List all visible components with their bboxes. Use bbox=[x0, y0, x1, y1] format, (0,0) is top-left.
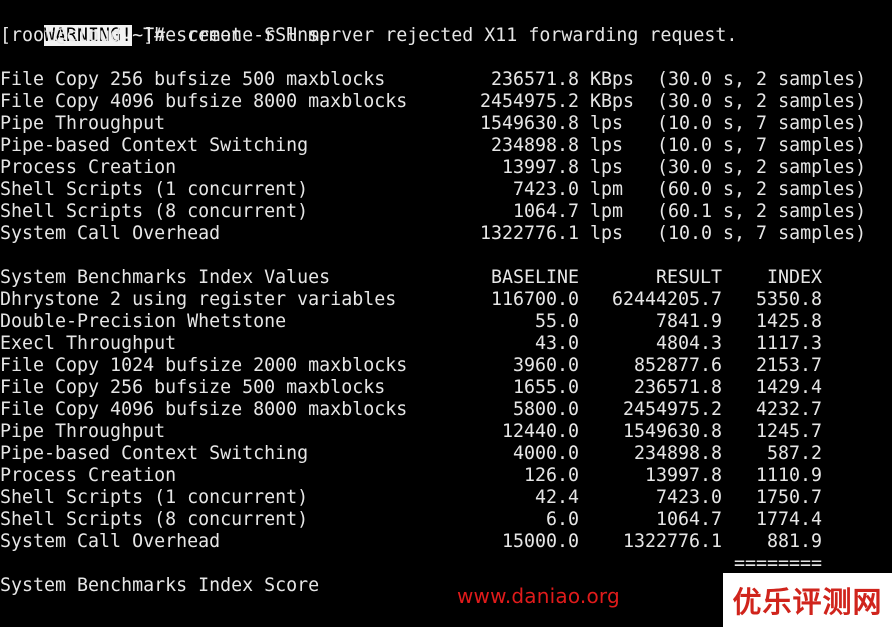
separator-row: ======== bbox=[0, 553, 822, 575]
site-logo-text: 优乐评测网 bbox=[732, 585, 883, 619]
index-row-baseline: 3960.0 bbox=[512, 355, 579, 376]
site-watermark: www.daniao.org bbox=[457, 584, 620, 608]
index-row-result: 13997.8 bbox=[644, 465, 722, 486]
index-row-name: System Call Overhead bbox=[0, 531, 221, 552]
index-row-name: File Copy 256 bufsize 500 maxblocks bbox=[0, 377, 386, 398]
raw-result-unit: KBps bbox=[590, 91, 635, 112]
index-row-baseline: 43.0 bbox=[534, 333, 579, 354]
index-row-baseline: 12440.0 bbox=[501, 421, 579, 442]
index-table-title: System Benchmarks Index Values bbox=[0, 267, 331, 288]
raw-result-value: 236571.8 bbox=[490, 69, 579, 90]
raw-result-unit: lps bbox=[590, 135, 624, 156]
index-row-name: Shell Scripts (8 concurrent) bbox=[0, 509, 309, 530]
index-row-baseline: 116700.0 bbox=[490, 289, 579, 310]
raw-result-unit: lps bbox=[590, 223, 624, 244]
index-row-result: 236571.8 bbox=[633, 377, 722, 398]
index-row-index: 1429.4 bbox=[755, 377, 822, 398]
index-row-baseline: 42.4 bbox=[534, 487, 579, 508]
index-row-name: Process Creation bbox=[0, 465, 177, 486]
raw-result-detail: (60.1 s, 2 samples) bbox=[657, 201, 867, 222]
index-row-result: 7423.0 bbox=[655, 487, 722, 508]
index-row-index: 1110.9 bbox=[755, 465, 822, 486]
index-row-index: 5350.8 bbox=[755, 289, 822, 310]
raw-result-value: 234898.8 bbox=[490, 135, 579, 156]
raw-result-unit: lpm bbox=[590, 201, 624, 222]
index-row-result: 1322776.1 bbox=[622, 531, 722, 552]
raw-result-detail: (10.0 s, 7 samples) bbox=[657, 113, 867, 134]
raw-result-name: Shell Scripts (8 concurrent) bbox=[0, 201, 309, 222]
raw-result-unit: lps bbox=[590, 113, 624, 134]
score-separator: ======== bbox=[733, 553, 822, 574]
index-row-baseline: 4000.0 bbox=[512, 443, 579, 464]
index-row-index: 1117.3 bbox=[755, 333, 822, 354]
raw-result-detail: (60.0 s, 2 samples) bbox=[657, 179, 867, 200]
column-header-result: RESULT bbox=[655, 267, 722, 288]
raw-result-value: 1322776.1 bbox=[479, 223, 579, 244]
index-row-name: File Copy 1024 bufsize 2000 maxblocks bbox=[0, 355, 408, 376]
index-row-index: 587.2 bbox=[766, 443, 822, 464]
index-row-result: 1064.7 bbox=[655, 509, 722, 530]
index-row-baseline: 55.0 bbox=[534, 311, 579, 332]
column-header-index: INDEX bbox=[766, 267, 822, 288]
raw-result-name: Pipe-based Context Switching bbox=[0, 135, 309, 156]
index-row-index: 1750.7 bbox=[755, 487, 822, 508]
raw-result-name: Pipe Throughput bbox=[0, 113, 166, 134]
raw-result-detail: (30.0 s, 2 samples) bbox=[657, 91, 867, 112]
index-row-index: 4232.7 bbox=[755, 399, 822, 420]
index-row-index: 881.9 bbox=[766, 531, 822, 552]
index-row-name: Pipe-based Context Switching bbox=[0, 443, 309, 464]
index-header-row: System Benchmarks Index Values BASELINE … bbox=[0, 267, 822, 289]
index-row-index: 1774.4 bbox=[755, 509, 822, 530]
index-row-result: 234898.8 bbox=[633, 443, 722, 464]
index-row-index: 1425.8 bbox=[755, 311, 822, 332]
index-row-name: Double-Precision Whetstone bbox=[0, 311, 287, 332]
warning-line: WARNING! The remote SSH server rejected … bbox=[0, 3, 737, 46]
index-row-baseline: 6.0 bbox=[545, 509, 579, 530]
index-row-result: 1549630.8 bbox=[622, 421, 722, 442]
raw-result-name: File Copy 4096 bufsize 8000 maxblocks bbox=[0, 91, 408, 112]
index-row-result: 62444205.7 bbox=[611, 289, 722, 310]
index-row-name: File Copy 4096 bufsize 8000 maxblocks bbox=[0, 399, 408, 420]
index-row-index: 2153.7 bbox=[755, 355, 822, 376]
raw-result-name: Process Creation bbox=[0, 157, 177, 178]
index-row-result: 4804.3 bbox=[655, 333, 722, 354]
index-row-index: 1245.7 bbox=[755, 421, 822, 442]
index-row-name: Pipe Throughput bbox=[0, 421, 166, 442]
raw-result-value: 1549630.8 bbox=[479, 113, 579, 134]
raw-result-name: System Call Overhead bbox=[0, 223, 221, 244]
raw-result-detail: (10.0 s, 7 samples) bbox=[657, 223, 867, 244]
index-row-baseline: 1655.0 bbox=[512, 377, 579, 398]
raw-result-unit: KBps bbox=[590, 69, 635, 90]
index-row-name: Shell Scripts (1 concurrent) bbox=[0, 487, 309, 508]
index-row-baseline: 15000.0 bbox=[501, 531, 579, 552]
raw-result-detail: (30.0 s, 2 samples) bbox=[657, 157, 867, 178]
site-logo: 优乐评测网 bbox=[723, 573, 892, 627]
index-score-label: System Benchmarks Index Score bbox=[0, 575, 320, 596]
raw-result-value: 1064.7 bbox=[512, 201, 579, 222]
shell-prompt: [root@cloud ~]# screen -r lnmp bbox=[0, 25, 331, 46]
raw-result-value: 13997.8 bbox=[501, 157, 579, 178]
index-row-name: Execl Throughput bbox=[0, 333, 177, 354]
raw-result-name: File Copy 256 bufsize 500 maxblocks bbox=[0, 69, 386, 90]
terminal-window[interactable]: WARNING! The remote SSH server rejected … bbox=[0, 0, 892, 627]
raw-result-value: 2454975.2 bbox=[479, 91, 579, 112]
column-header-baseline: BASELINE bbox=[490, 267, 579, 288]
index-row-result: 2454975.2 bbox=[622, 399, 722, 420]
raw-result-detail: (30.0 s, 2 samples) bbox=[657, 69, 867, 90]
raw-result-detail: (10.0 s, 7 samples) bbox=[657, 135, 867, 156]
raw-result-name: Shell Scripts (1 concurrent) bbox=[0, 179, 309, 200]
index-row-result: 852877.6 bbox=[633, 355, 722, 376]
index-row-name: Dhrystone 2 using register variables bbox=[0, 289, 397, 310]
raw-result-unit: lpm bbox=[590, 179, 624, 200]
index-row-result: 7841.9 bbox=[655, 311, 722, 332]
raw-result-value: 7423.0 bbox=[512, 179, 579, 200]
index-row-baseline: 5800.0 bbox=[512, 399, 579, 420]
raw-result-unit: lps bbox=[590, 157, 624, 178]
index-row-baseline: 126.0 bbox=[523, 465, 579, 486]
